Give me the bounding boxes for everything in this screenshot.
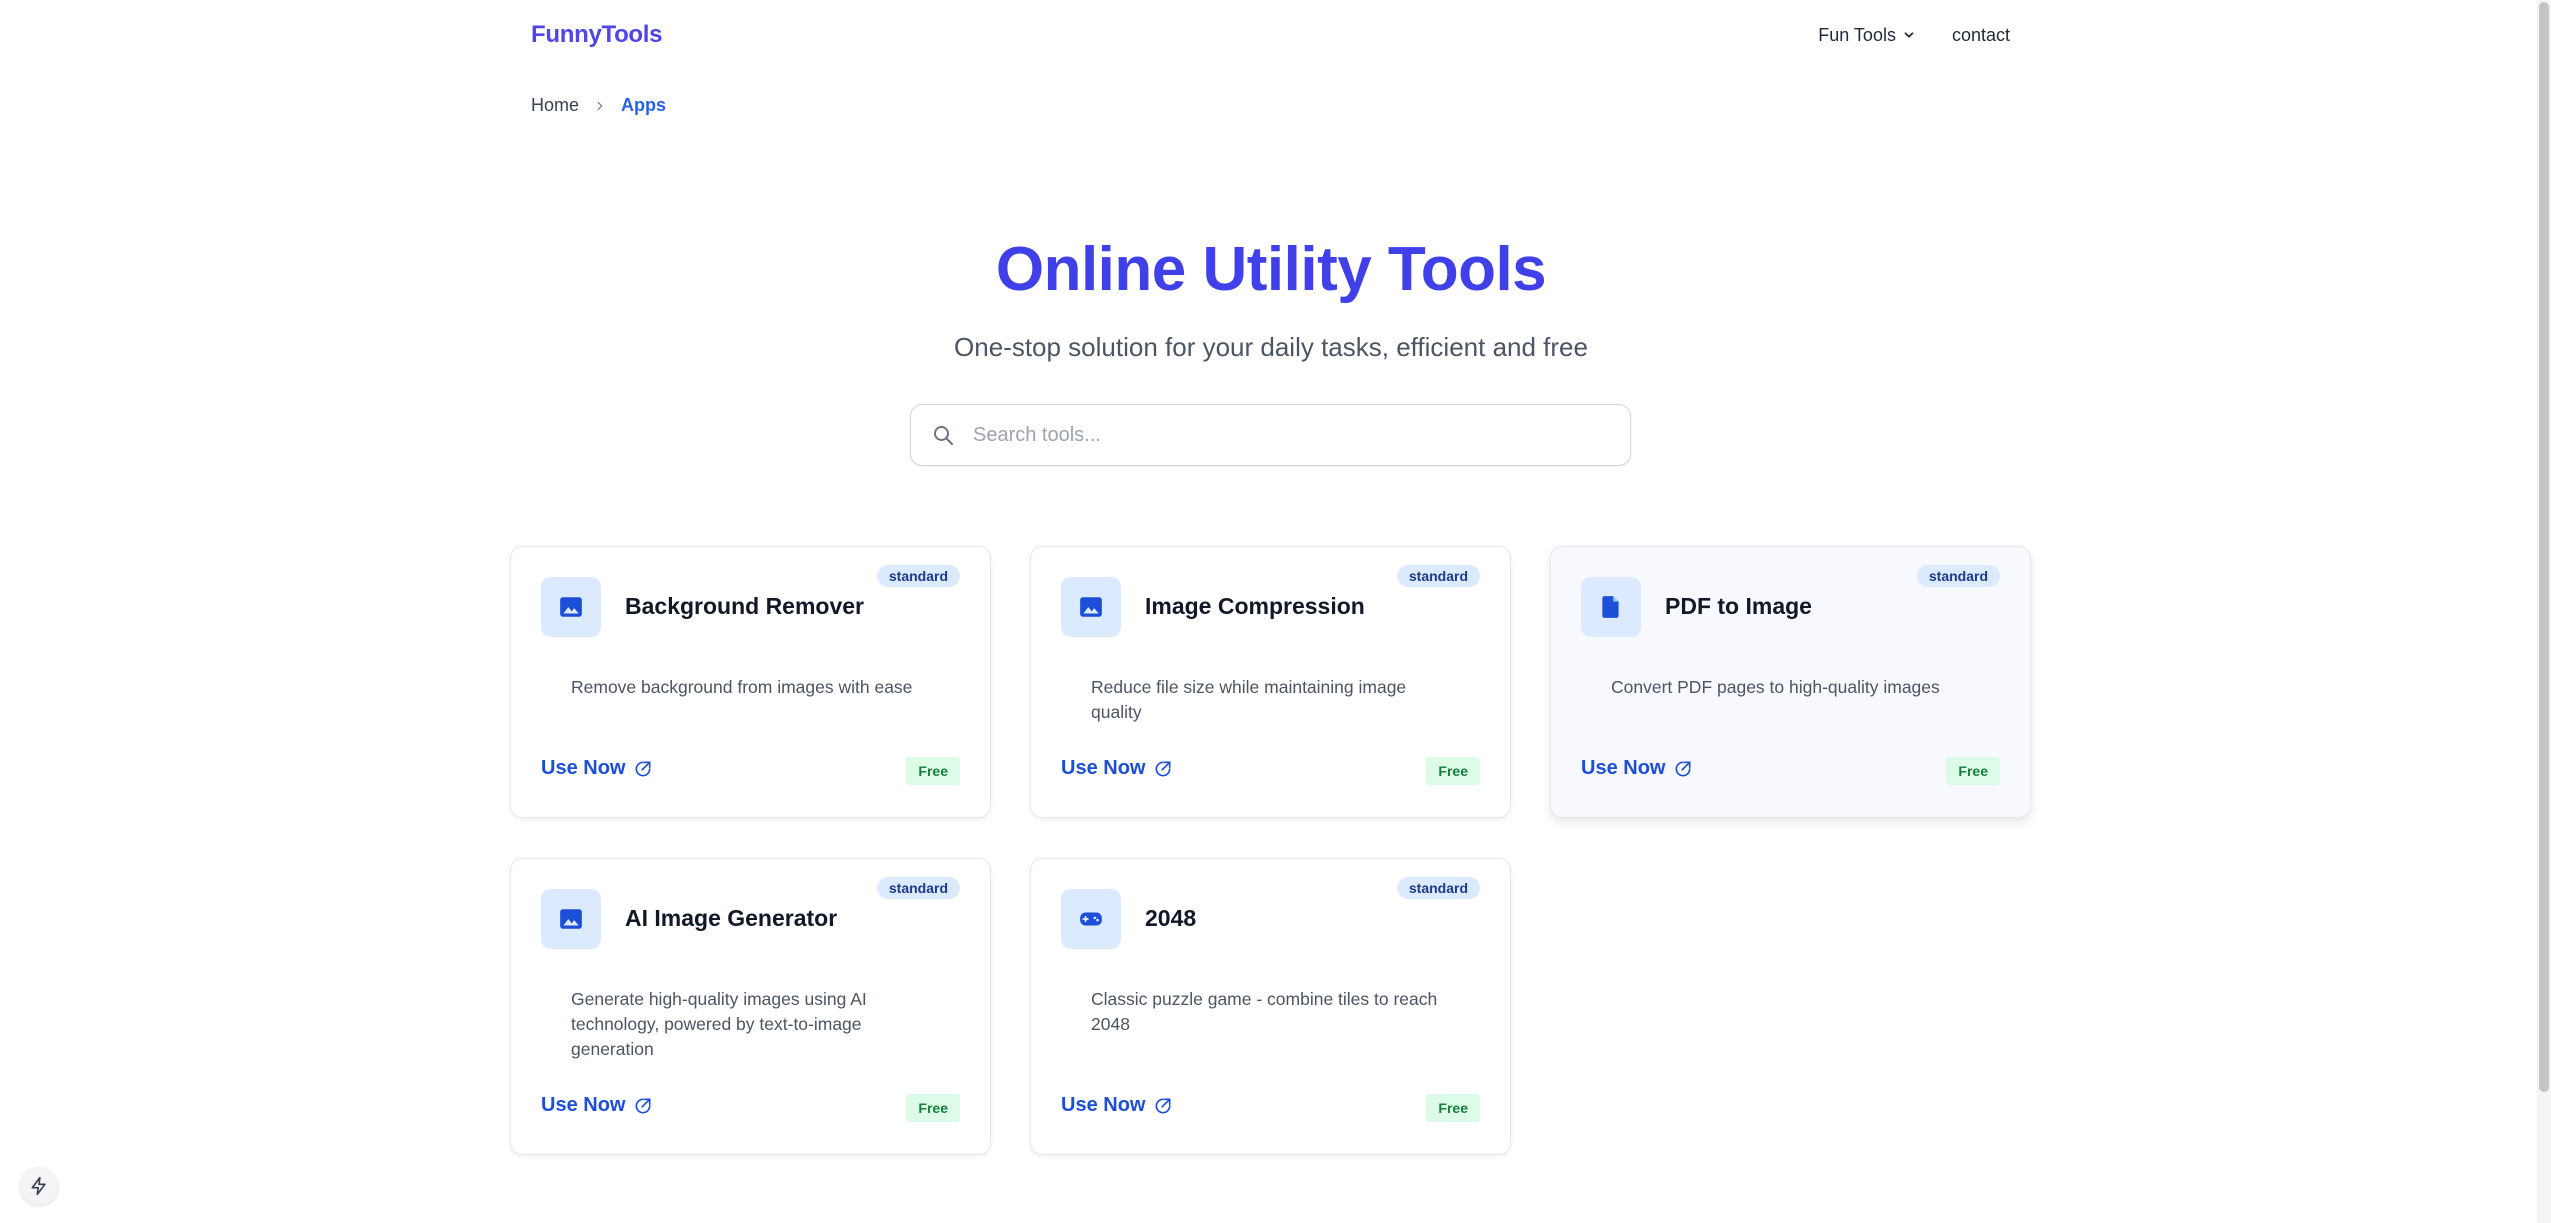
page-title: Online Utility Tools <box>995 235 1547 304</box>
card-description: Remove background from images with ease <box>571 677 913 697</box>
header: FunnyTools Fun Tools contact <box>510 0 2032 70</box>
document-icon <box>1602 596 1619 618</box>
tool-card[interactable]: standard Background Remover Remove backg… <box>510 546 991 818</box>
external-link-icon <box>635 761 651 776</box>
card-icon-box <box>541 577 601 637</box>
gamepad-icon <box>1080 912 1102 926</box>
external-link-icon <box>1675 761 1691 776</box>
breadcrumb-home[interactable]: Home <box>531 95 579 116</box>
card-description: Convert PDF pages to high-quality images <box>1611 677 1940 697</box>
nav-fun-tools[interactable]: Fun Tools <box>1818 25 1916 46</box>
search-box <box>910 404 1631 466</box>
image-icon <box>560 909 582 929</box>
price-badge: Free <box>906 757 960 785</box>
tool-card[interactable]: standard PDF to Image Convert PDF pages … <box>1550 546 2031 818</box>
tag-badge: standard <box>876 565 960 587</box>
use-now-label: Use Now <box>1581 757 1666 779</box>
tool-card[interactable]: standard Image Compression Reduce file s… <box>1030 546 1511 818</box>
use-now-label: Use Now <box>1061 1094 1146 1116</box>
tag-badge: standard <box>1396 565 1480 587</box>
use-now-label: Use Now <box>1061 757 1146 779</box>
external-link-icon <box>1155 761 1171 776</box>
price-badge: Free <box>906 1094 960 1122</box>
use-now-label: Use Now <box>541 757 626 779</box>
nav-contact[interactable]: contact <box>1952 25 2010 46</box>
card-icon-box <box>541 889 601 949</box>
card-icon-box <box>1581 577 1641 637</box>
scrollbar-thumb[interactable] <box>2539 2 2549 1092</box>
card-title: 2048 <box>1145 905 1197 931</box>
price-badge: Free <box>1946 757 2000 785</box>
use-now-link[interactable]: Use Now <box>1061 757 1173 780</box>
image-icon <box>1080 597 1102 617</box>
price-badge: Free <box>1426 757 1480 785</box>
tool-card[interactable]: standard 2048 Classic puzzle game - comb… <box>1030 858 1511 1155</box>
tag-badge: standard <box>876 877 960 899</box>
breadcrumb-current: Apps <box>621 95 667 115</box>
card-icon-box <box>1061 577 1121 637</box>
card-title: AI Image Generator <box>625 905 838 931</box>
card-description: Reduce file size while maintaining image… <box>1091 677 1407 722</box>
breadcrumb: Home Apps <box>531 95 2032 116</box>
logo[interactable]: FunnyTools <box>531 21 663 49</box>
main-nav: Fun Tools contact <box>1818 25 2010 46</box>
hero: Online Utility Tools One-stop solution f… <box>510 230 2032 363</box>
card-title: PDF to Image <box>1665 593 1812 619</box>
page-container: FunnyTools Fun Tools contact Home Apps O… <box>510 0 2032 1155</box>
tool-card[interactable]: standard AI Image Generator Generate hig… <box>510 858 991 1155</box>
use-now-link[interactable]: Use Now <box>541 1094 653 1117</box>
use-now-label: Use Now <box>541 1094 626 1116</box>
external-link-icon <box>1155 1098 1171 1113</box>
card-title: Background Remover <box>625 593 865 619</box>
card-icon-box <box>1061 889 1121 949</box>
lightning-icon <box>31 1176 46 1196</box>
image-icon <box>560 597 582 617</box>
search-icon <box>934 426 953 445</box>
card-description: Classic puzzle game - combine tiles to r… <box>1091 989 1438 1034</box>
use-now-link[interactable]: Use Now <box>1581 757 1693 780</box>
tag-badge: standard <box>1916 565 2000 587</box>
card-title: Image Compression <box>1145 593 1365 619</box>
use-now-link[interactable]: Use Now <box>1061 1094 1173 1117</box>
card-description: Generate high-quality images using AI te… <box>571 989 867 1059</box>
price-badge: Free <box>1426 1094 1480 1122</box>
tag-badge: standard <box>1396 877 1480 899</box>
chevron-right-icon <box>597 101 603 110</box>
scrollbar[interactable] <box>2537 0 2551 1223</box>
external-link-icon <box>635 1098 651 1113</box>
page-subtitle: One-stop solution for your daily tasks, … <box>954 332 1588 362</box>
use-now-link[interactable]: Use Now <box>541 757 653 780</box>
chevron-down-icon <box>1904 32 1914 38</box>
quick-action-button[interactable] <box>20 1167 58 1205</box>
nav-fun-tools-label: Fun Tools <box>1818 24 1896 45</box>
search-input[interactable] <box>973 423 1573 447</box>
